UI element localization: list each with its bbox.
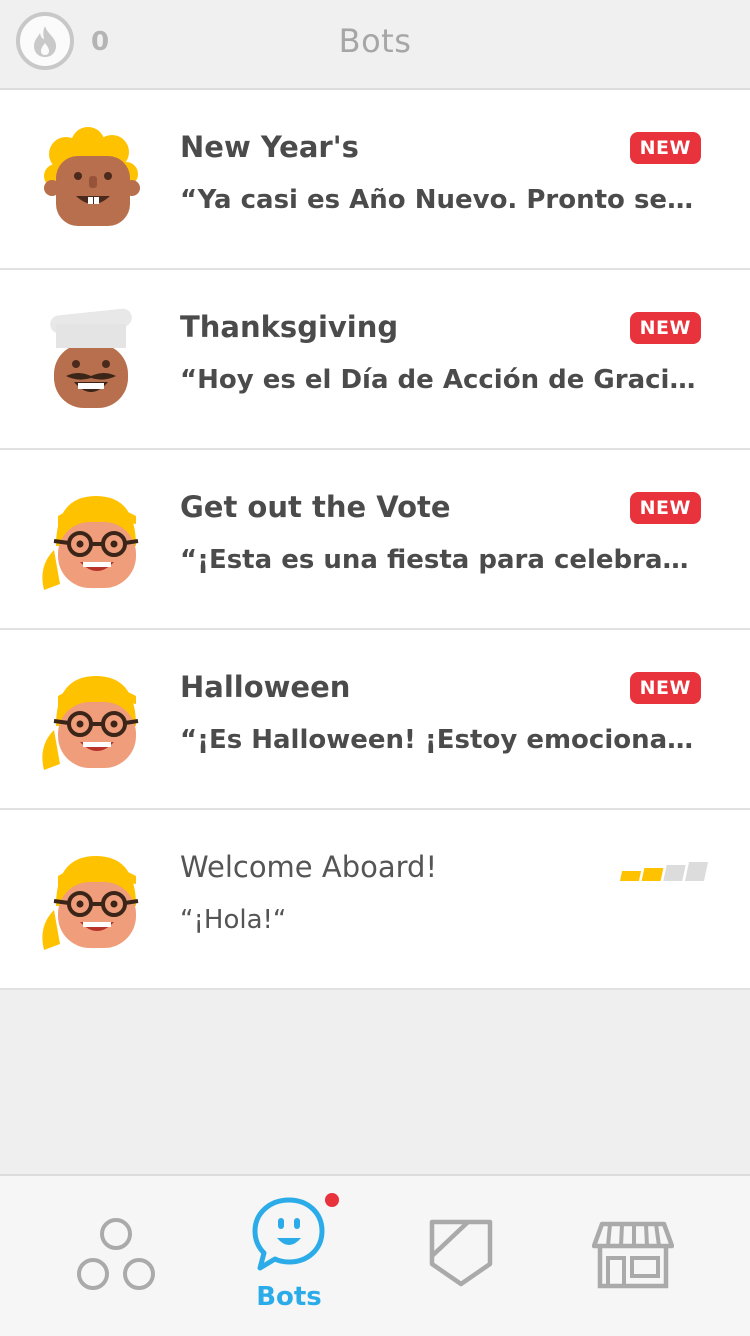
- difficulty-progress: [619, 862, 709, 881]
- progress-segment: [619, 871, 642, 881]
- bot-row-thanksgiving[interactable]: Thanksgiving NEW “Hoy es el Día de Acció…: [0, 270, 750, 450]
- new-badge: NEW: [629, 312, 701, 344]
- shop-icon: [592, 1221, 674, 1289]
- curly-blonde-bot-avatar: [44, 127, 140, 226]
- bot-message-preview: “¡Esta es una fiesta para celebrar las..…: [180, 545, 700, 575]
- glasses-blonde-bot-avatar: [42, 496, 139, 590]
- shield-icon: [429, 1219, 493, 1287]
- bot-name: Thanksgiving: [180, 310, 399, 344]
- glasses-blonde-bot-avatar: [42, 856, 139, 950]
- learn-circles-icon: [77, 1218, 155, 1290]
- bots-chat-icon: [252, 1197, 325, 1271]
- top-bar: 0 Bots: [0, 0, 750, 90]
- new-badge: NEW: [629, 132, 701, 164]
- bot-message-preview: “Ya casi es Año Nuevo. Pronto será...: [180, 185, 700, 215]
- progress-segment: [663, 865, 686, 881]
- glasses-blonde-bot-avatar: [42, 676, 139, 770]
- bot-row-halloween[interactable]: Halloween NEW “¡Es Halloween! ¡Estoy emo…: [0, 630, 750, 810]
- bot-name: Get out the Vote: [180, 490, 451, 524]
- tab-shop[interactable]: [560, 1176, 710, 1336]
- bot-list: New Year's NEW “Ya casi es Año Nuevo. Pr…: [0, 90, 750, 990]
- tab-leagues[interactable]: [386, 1176, 536, 1336]
- new-badge: NEW: [629, 672, 701, 704]
- bot-row-get-out-the-vote[interactable]: Get out the Vote NEW “¡Esta es una fiest…: [0, 450, 750, 630]
- bot-name: New Year's: [180, 130, 359, 164]
- bot-message-preview: “¡Es Halloween! ¡Estoy emocionada!“: [180, 725, 700, 755]
- progress-segment: [641, 868, 664, 881]
- page-title: Bots: [338, 22, 412, 60]
- bot-row-new-years[interactable]: New Year's NEW “Ya casi es Año Nuevo. Pr…: [0, 90, 750, 270]
- notification-dot: [325, 1193, 339, 1207]
- bot-name: Halloween: [180, 670, 351, 704]
- tab-label-bots: Bots: [256, 1282, 322, 1312]
- progress-segment: [684, 862, 709, 881]
- bottom-tab-bar: Bots: [0, 1174, 750, 1336]
- bot-row-welcome-aboard[interactable]: Welcome Aboard! “¡Hola!“: [0, 810, 750, 990]
- tab-bots[interactable]: Bots: [214, 1176, 364, 1336]
- bot-name: Welcome Aboard!: [180, 850, 438, 884]
- bot-message-preview: “Hoy es el Día de Acción de Gracias....: [180, 365, 700, 395]
- chef-bot-avatar: [50, 308, 132, 408]
- bot-message-preview: “¡Hola!“: [180, 905, 287, 935]
- new-badge: NEW: [629, 492, 701, 524]
- tab-learn[interactable]: [40, 1176, 190, 1336]
